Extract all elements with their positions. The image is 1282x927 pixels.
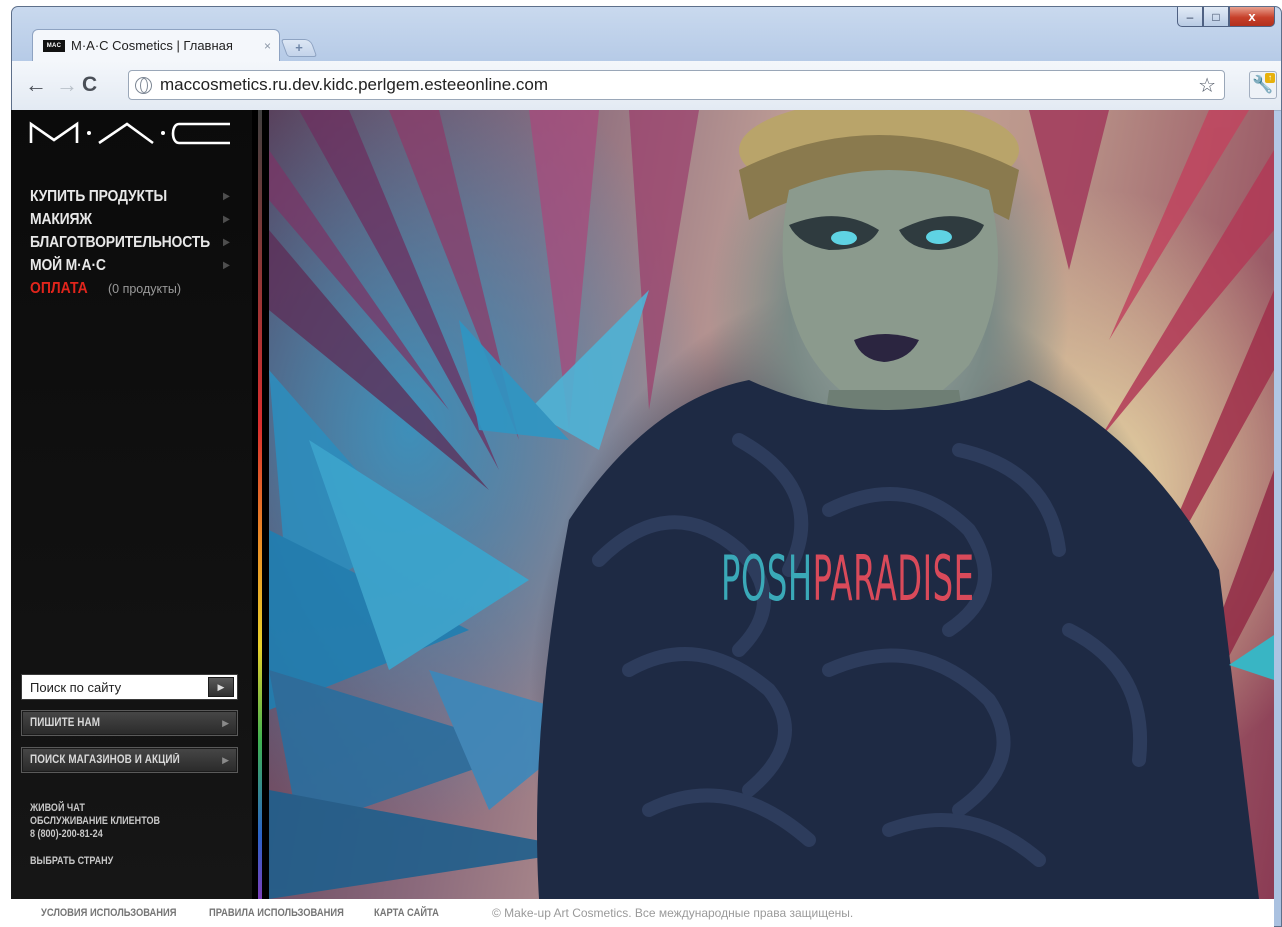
mac-favicon-icon: MAC <box>43 39 65 52</box>
plus-icon: + <box>295 40 303 55</box>
hero-title-posh: POSH <box>721 542 813 615</box>
back-arrow-icon[interactable]: ← <box>25 74 47 96</box>
page-footer: УСЛОВИЯ ИСПОЛЬЗОВАНИЯ ПРАВИЛА ИСПОЛЬЗОВА… <box>11 899 1274 927</box>
menu-item-label: БЛАГОТВОРИТЕЛЬНОСТЬ <box>30 233 210 251</box>
update-badge-icon: ↑ <box>1265 73 1275 83</box>
arrow-right-icon: ▶ <box>217 681 225 692</box>
site-search: ▶ <box>21 674 238 700</box>
window-controls: – □ x <box>1177 7 1275 27</box>
menu-item-label: МОЙ M·A·C <box>30 256 106 274</box>
menu-item-label: МАКИЯЖ <box>30 210 92 228</box>
arrow-right-icon: ▶ <box>222 754 229 765</box>
menu-item-makeup[interactable]: МАКИЯЖ ▶ <box>30 208 246 231</box>
new-tab-button[interactable]: + <box>280 39 318 57</box>
sidebar: КУПИТЬ ПРОДУКТЫ ▶ МАКИЯЖ ▶ БЛАГОТВОРИТЕЛ… <box>11 110 252 899</box>
store-locator-label: ПОИСК МАГАЗИНОВ И АКЦИЙ <box>30 754 180 766</box>
globe-icon <box>135 76 152 94</box>
tab-close-icon[interactable]: × <box>264 39 271 53</box>
arrow-right-icon: ▶ <box>223 191 230 202</box>
wrench-menu-button[interactable]: 🔧 ↑ <box>1249 71 1277 99</box>
hero-illustration <box>269 110 1274 899</box>
browser-toolbar: ← → C maccosmetics.ru.dev.kidc.perlgem.e… <box>12 61 1281 111</box>
color-divider <box>252 110 269 899</box>
url-text[interactable]: maccosmetics.ru.dev.kidc.perlgem.esteeon… <box>160 75 548 95</box>
cart-count: (0 продукты) <box>108 281 182 296</box>
arrow-right-icon: ▶ <box>222 717 229 728</box>
page-content: КУПИТЬ ПРОДУКТЫ ▶ МАКИЯЖ ▶ БЛАГОТВОРИТЕЛ… <box>11 110 1274 927</box>
reload-icon[interactable]: C <box>82 74 97 95</box>
tab-title: M·A·C Cosmetics | Главная <box>71 38 233 53</box>
menu-item-label: КУПИТЬ ПРОДУКТЫ <box>30 187 167 205</box>
forward-arrow-icon[interactable]: → <box>56 74 78 96</box>
close-window-button[interactable]: x <box>1229 7 1275 27</box>
maximize-button[interactable]: □ <box>1203 7 1229 27</box>
write-us-button[interactable]: ПИШИТЕ НАМ ▶ <box>21 710 238 736</box>
terms-link[interactable]: УСЛОВИЯ ИСПОЛЬЗОВАНИЯ <box>41 907 184 919</box>
search-submit-button[interactable]: ▶ <box>208 677 234 697</box>
checkout-row: ОПЛАТА (0 продукты) <box>30 277 245 300</box>
rules-link[interactable]: ПРАВИЛА ИСПОЛЬЗОВАНИЯ <box>209 907 349 919</box>
minimize-button[interactable]: – <box>1177 7 1203 27</box>
menu-item-my-mac[interactable]: МОЙ M·A·C ▶ <box>30 254 246 277</box>
mac-logo[interactable] <box>29 120 232 146</box>
customer-service-link[interactable]: ОБСЛУЖИВАНИЕ КЛИЕНТОВ <box>30 815 160 828</box>
phone-number: 8 (800)-200-81-24 <box>30 828 103 840</box>
arrow-right-icon: ▶ <box>223 214 230 225</box>
choose-country-link[interactable]: ВЫБРАТЬ СТРАНУ <box>30 855 160 868</box>
hero-title-paradise: PARADISE <box>812 542 975 615</box>
menu-item-shop[interactable]: КУПИТЬ ПРОДУКТЫ ▶ <box>30 185 246 208</box>
store-locator-button[interactable]: ПОИСК МАГАЗИНОВ И АКЦИЙ ▶ <box>21 747 238 773</box>
hero-title[interactable]: POSHPARADISE <box>721 542 975 615</box>
arrow-right-icon: ▶ <box>223 260 230 271</box>
menu-item-charity[interactable]: БЛАГОТВОРИТЕЛЬНОСТЬ ▶ <box>30 231 246 254</box>
checkout-link[interactable]: ОПЛАТА <box>30 280 100 298</box>
write-us-label: ПИШИТЕ НАМ <box>30 717 101 729</box>
bookmark-star-icon[interactable]: ☆ <box>1198 73 1216 98</box>
hero-banner[interactable]: POSHPARADISE <box>269 110 1274 899</box>
arrow-right-icon: ▶ <box>223 237 230 248</box>
sitemap-link[interactable]: КАРТА САЙТА <box>374 907 474 919</box>
live-chat-link[interactable]: ЖИВОЙ ЧАТ <box>30 802 160 815</box>
browser-tab[interactable]: MAC M·A·C Cosmetics | Главная × <box>32 29 280 61</box>
copyright-text: © Make-up Art Cosmetics. Все международн… <box>492 906 854 920</box>
main-menu: КУПИТЬ ПРОДУКТЫ ▶ МАКИЯЖ ▶ БЛАГОТВОРИТЕЛ… <box>30 185 245 300</box>
search-input[interactable] <box>22 675 208 699</box>
support-links: ЖИВОЙ ЧАТ ОБСЛУЖИВАНИЕ КЛИЕНТОВ 8 (800)-… <box>30 802 189 868</box>
address-bar[interactable]: maccosmetics.ru.dev.kidc.perlgem.esteeon… <box>128 70 1225 100</box>
